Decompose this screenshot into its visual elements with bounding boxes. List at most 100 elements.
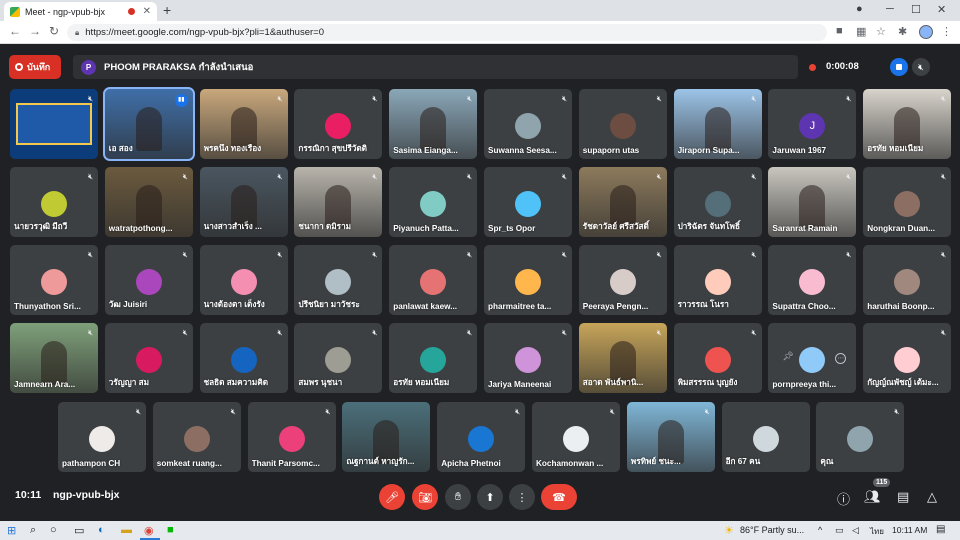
activities-icon[interactable]: △ (927, 489, 937, 505)
participant-tile[interactable]: 🔇︎ supaporn utas (578, 89, 667, 159)
tile-more-options-icon[interactable]: ⋯ (835, 353, 847, 364)
participant-tile[interactable]: 🔇︎ วัฒ Juisiri (104, 245, 193, 315)
participant-tile[interactable]: 🔇︎ Kochamonwan ... (532, 402, 620, 472)
participant-tile[interactable]: 🔇︎ สมพร นุชนา (294, 323, 383, 393)
participant-tile[interactable]: J 🔇︎ Jaruwan 1967 (768, 89, 857, 159)
participant-tile[interactable]: 🔇︎ รัชดาวัลย์ ศรีสวัสดิ์ (578, 167, 667, 237)
record-button[interactable]: บันทึก (9, 55, 61, 79)
mic-off-button[interactable]: 🎤︎ (379, 484, 405, 510)
participant-tile[interactable]: 🔇︎ นางสาวสำเร็ง ... (199, 167, 288, 237)
participant-tile[interactable]: 🔇︎ pathampon CH (58, 402, 146, 472)
maximize-button[interactable]: ☐ (911, 3, 921, 16)
end-call-button[interactable]: ☎ (541, 484, 577, 510)
participant-tile[interactable]: 🔇︎ Thunyathon Sri... (10, 245, 98, 315)
new-tab-button[interactable]: + (163, 2, 171, 18)
windows-start-icon[interactable]: ⊞ (7, 524, 16, 537)
participant-tile[interactable]: 🔇︎ วรัญญา สม (104, 323, 193, 393)
participant-tile[interactable]: 🔇︎ กรรณิกา สุขปรีวัตติ (294, 89, 383, 159)
tab-close-icon[interactable]: ✕ (143, 6, 151, 17)
participant-tile[interactable]: 🔇︎ Piyanuch Patta... (389, 167, 478, 237)
participant-tile[interactable]: 🔇︎ อรทัย หอมเนียม (389, 323, 478, 393)
extensions-icon[interactable]: ✱ (898, 25, 907, 38)
participant-tile[interactable]: 🔇︎ pharmaitree ta... (484, 245, 572, 315)
participant-tile[interactable]: 🔇︎ สอาด พันธ์พานิ... (578, 323, 667, 393)
participant-tile[interactable]: 📌︎ ⋯ pornpreeya thi... (768, 323, 857, 393)
browser-tab[interactable]: Meet - ngp-vpub-bjx ✕ (4, 2, 157, 21)
participant-tile[interactable]: 🔇︎ Jamnearn Ara... (10, 323, 98, 393)
task-view-icon[interactable]: ▭ (74, 524, 84, 537)
participant-tile[interactable]: 🔇︎ พรทิพย์ ชนะ... (626, 402, 715, 472)
participant-tile[interactable]: 🔇︎ พรคนึง ทองเรือง (199, 89, 288, 159)
participant-tile[interactable]: 🔇︎ Suwanna Seesa... (484, 89, 572, 159)
input-language[interactable]: ไทย (870, 525, 884, 538)
back-icon[interactable]: ← (9, 24, 21, 38)
participant-tile[interactable]: 🔇︎ นางต้องตา เต็งรัง (199, 245, 288, 315)
pin-icon[interactable]: 📌︎ (782, 351, 793, 362)
participant-tile[interactable]: 🔇︎ พิมสรรรณ บุญยัง (673, 323, 762, 393)
bookmark-star-icon[interactable]: ☆ (876, 25, 886, 38)
participant-tile[interactable]: 🔇︎ Supattra Choo... (768, 245, 857, 315)
participant-tile[interactable]: 🔇︎ Spr_ts Opor (484, 167, 572, 237)
info-icon[interactable]: ⓘ (837, 489, 850, 508)
participant-tile[interactable]: 🔇︎ Peeraya Pengn... (578, 245, 667, 315)
participant-name: กรรณิกา สุขปรีวัตติ (298, 144, 367, 153)
participant-tile[interactable]: 🔇︎ กัญญ์ณพัชญ์ เต้มะ... (863, 323, 952, 393)
search-icon[interactable]: ⌕ (30, 524, 36, 537)
line-icon[interactable]: ■ (167, 524, 174, 536)
participant-avatar (563, 426, 589, 452)
participant-tile[interactable]: 🔇︎ Jiraporn Supa... (673, 89, 762, 159)
participant-tile[interactable]: ▮▮ เอ สอง (102, 87, 195, 161)
participant-tile[interactable]: 🔇︎ Apicha Phetnoi (437, 402, 526, 472)
camera-indicator-icon[interactable]: ■ (836, 25, 843, 37)
participant-tile[interactable]: 🔇︎ panlawat kaew... (389, 245, 478, 315)
meeting-code[interactable]: ngp-vpub-bjx (53, 489, 120, 501)
participant-tile[interactable]: 🔇︎ คุณ (816, 402, 905, 472)
present-now-button[interactable]: ⬆ (477, 484, 503, 510)
qr-icon[interactable]: ▦ (856, 25, 866, 38)
participant-tile[interactable]: 🔇︎ นายวรวุฒิ มีถวี (10, 167, 98, 237)
participant-tile[interactable]: 🔇︎ Nongkran Duan... (863, 167, 952, 237)
participant-tile[interactable]: 🔇︎ Saranrat Ramain (768, 167, 857, 237)
chat-icon[interactable]: ▤ (897, 489, 909, 505)
more-options-button[interactable]: ⋮ (509, 484, 535, 510)
tray-chevron-icon[interactable]: ^ (818, 525, 822, 535)
network-icon[interactable]: ▭ (835, 525, 844, 536)
url-field[interactable]: 🔒︎ https://meet.google.com/ngp-vpub-bjx?… (67, 24, 827, 41)
presentation-banner[interactable]: P PHOOM PRARAKSA กำลังนำเสนอ (73, 55, 798, 79)
chrome-icon[interactable]: ◉ (144, 524, 154, 537)
participant-tile[interactable]: ณฐกานต์ หาญรัก... (342, 402, 431, 472)
participant-tile[interactable]: 🔇︎ อรทัย หอมเนียม (863, 89, 952, 159)
volume-icon[interactable]: ◁ (852, 525, 859, 536)
participant-tile[interactable]: 🔇︎ ชนากา ดมิราม (294, 167, 383, 237)
people-icon[interactable]: 👥︎ (864, 489, 881, 505)
participant-tile[interactable]: 🔇︎ ชลธิด สมความคิด (199, 323, 288, 393)
participant-tile[interactable]: 🔇︎ haruthai Boonp... (863, 245, 952, 315)
raise-hand-button[interactable]: ✋︎ (445, 484, 471, 510)
weather-text[interactable]: 86°F Partly su... (740, 525, 804, 535)
participant-tile[interactable]: 🔇︎ watratpothong... (104, 167, 193, 237)
forward-icon[interactable]: → (29, 24, 41, 38)
participant-tile[interactable]: 🔇︎ ปรีชนิยา มาวัชระ (294, 245, 383, 315)
presenter-mute-icon[interactable]: 🔇︎ (912, 58, 930, 76)
participant-tile[interactable]: 🔇︎ somkeat ruang... (152, 402, 241, 472)
close-window-button[interactable]: ✕ (937, 3, 946, 16)
participant-tile[interactable]: 🔇︎ Thanit Parsomc... (247, 402, 336, 472)
notification-icon[interactable]: ▤ (936, 524, 945, 535)
cortana-icon[interactable]: ○ (50, 524, 57, 536)
stop-presenting-button[interactable] (890, 58, 908, 76)
edge-icon[interactable]: ◐ (98, 524, 105, 536)
profile-avatar[interactable] (919, 25, 933, 39)
system-clock[interactable]: 10:11 AM (892, 525, 927, 535)
minimize-button[interactable]: ─ (886, 3, 894, 15)
participant-tile[interactable]: 🔇︎ ปาริฉัตร จันทโพธิ์ (673, 167, 762, 237)
camera-off-button[interactable]: 📷︎ (412, 484, 438, 510)
participant-tile[interactable]: 🔇︎ ราวรรณ โนรา (673, 245, 762, 315)
participant-tile[interactable]: 🔇︎ Sasima Eianga... (389, 89, 478, 159)
media-control-icon[interactable]: ● (856, 3, 863, 15)
participant-tile[interactable]: 🔇︎ (10, 89, 98, 159)
participant-tile[interactable]: อีก 67 คน (721, 402, 810, 472)
file-explorer-icon[interactable]: ▬ (121, 524, 132, 536)
reload-icon[interactable]: ↻ (49, 24, 59, 38)
participant-tile[interactable]: 🔇︎ Jariya Maneenai (484, 323, 572, 393)
browser-menu-icon[interactable]: ⋮ (941, 25, 952, 38)
